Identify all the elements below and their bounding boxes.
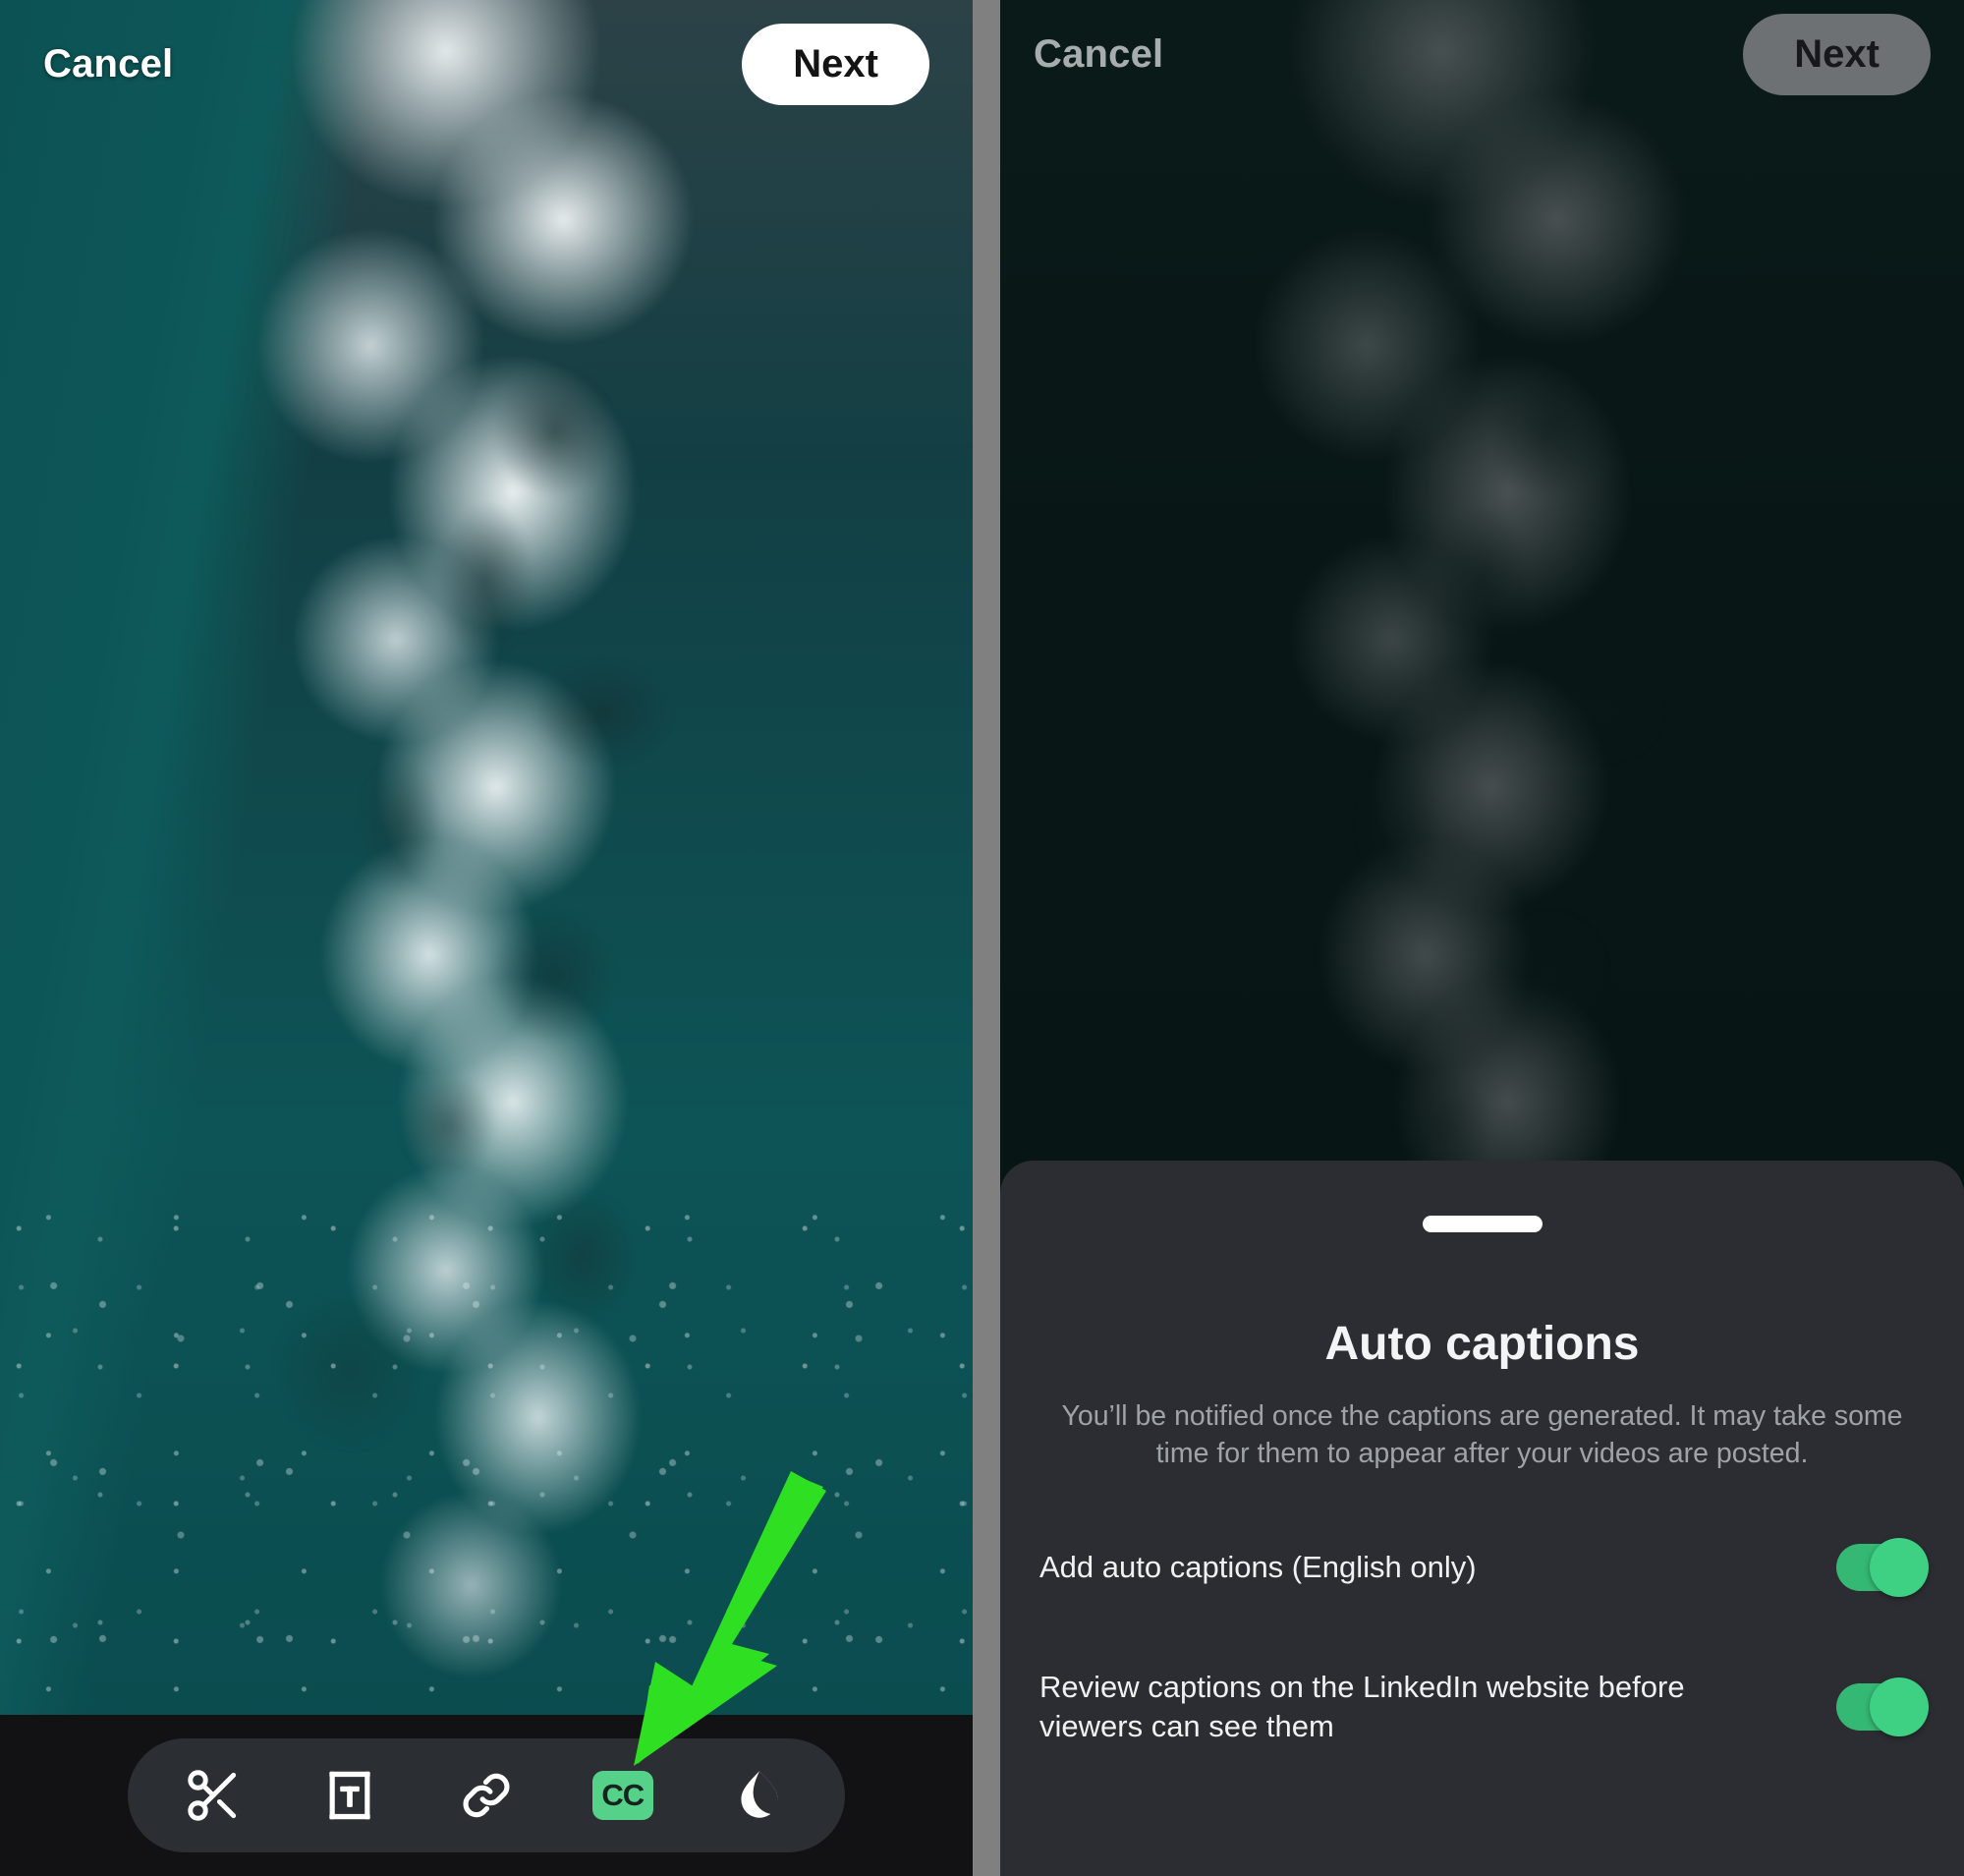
option-row-review-captions: Review captions on the LinkedIn website … <box>1039 1668 1929 1747</box>
droplet-icon <box>729 1765 790 1826</box>
sheet-subtitle: You’ll be notified once the captions are… <box>1061 1400 1903 1469</box>
auto-captions-bottom-sheet: Auto captions You’ll be notified once th… <box>1000 1161 1964 1876</box>
filters-tool-button[interactable] <box>714 1750 805 1841</box>
option-label: Review captions on the LinkedIn website … <box>1039 1669 1685 1744</box>
trim-tool-button[interactable] <box>168 1750 258 1841</box>
next-button[interactable]: Next <box>742 23 929 105</box>
panel-divider <box>973 0 1000 1876</box>
editor-toolbar-bar: CC <box>0 1715 973 1876</box>
add-auto-captions-toggle[interactable] <box>1836 1537 1929 1597</box>
text-tool-button[interactable] <box>305 1750 395 1841</box>
cc-icon: CC <box>591 1771 653 1820</box>
next-button[interactable]: Next <box>1743 13 1931 95</box>
option-label: Add auto captions (English only) <box>1039 1549 1477 1584</box>
left-screen-panel: Cancel Next CC <box>0 0 973 1876</box>
cancel-button[interactable]: Cancel <box>1034 32 1163 77</box>
link-icon <box>456 1765 517 1826</box>
sheet-drag-handle[interactable] <box>1422 1216 1543 1232</box>
option-row-add-auto-captions: Add auto captions (English only) <box>1039 1537 1929 1597</box>
screenshot-root: Cancel Next CC Cancel Next Auto captions… <box>0 0 1964 1876</box>
review-captions-toggle[interactable] <box>1836 1677 1929 1737</box>
captions-tool-button[interactable]: CC <box>578 1750 668 1841</box>
sheet-title: Auto captions <box>1324 1318 1640 1370</box>
link-tool-button[interactable] <box>441 1750 532 1841</box>
scissors-icon <box>183 1765 244 1826</box>
toggle-knob <box>1870 1677 1929 1737</box>
right-topbar: Cancel Next <box>1000 0 1964 108</box>
cancel-button[interactable]: Cancel <box>43 42 173 86</box>
video-preview[interactable] <box>0 0 973 1876</box>
right-screen-panel: Cancel Next Auto captions You’ll be noti… <box>1000 0 1964 1876</box>
toggle-knob <box>1870 1537 1929 1597</box>
editor-tool-pill: CC <box>128 1738 845 1852</box>
left-topbar: Cancel Next <box>0 0 973 128</box>
text-box-icon <box>319 1765 380 1826</box>
